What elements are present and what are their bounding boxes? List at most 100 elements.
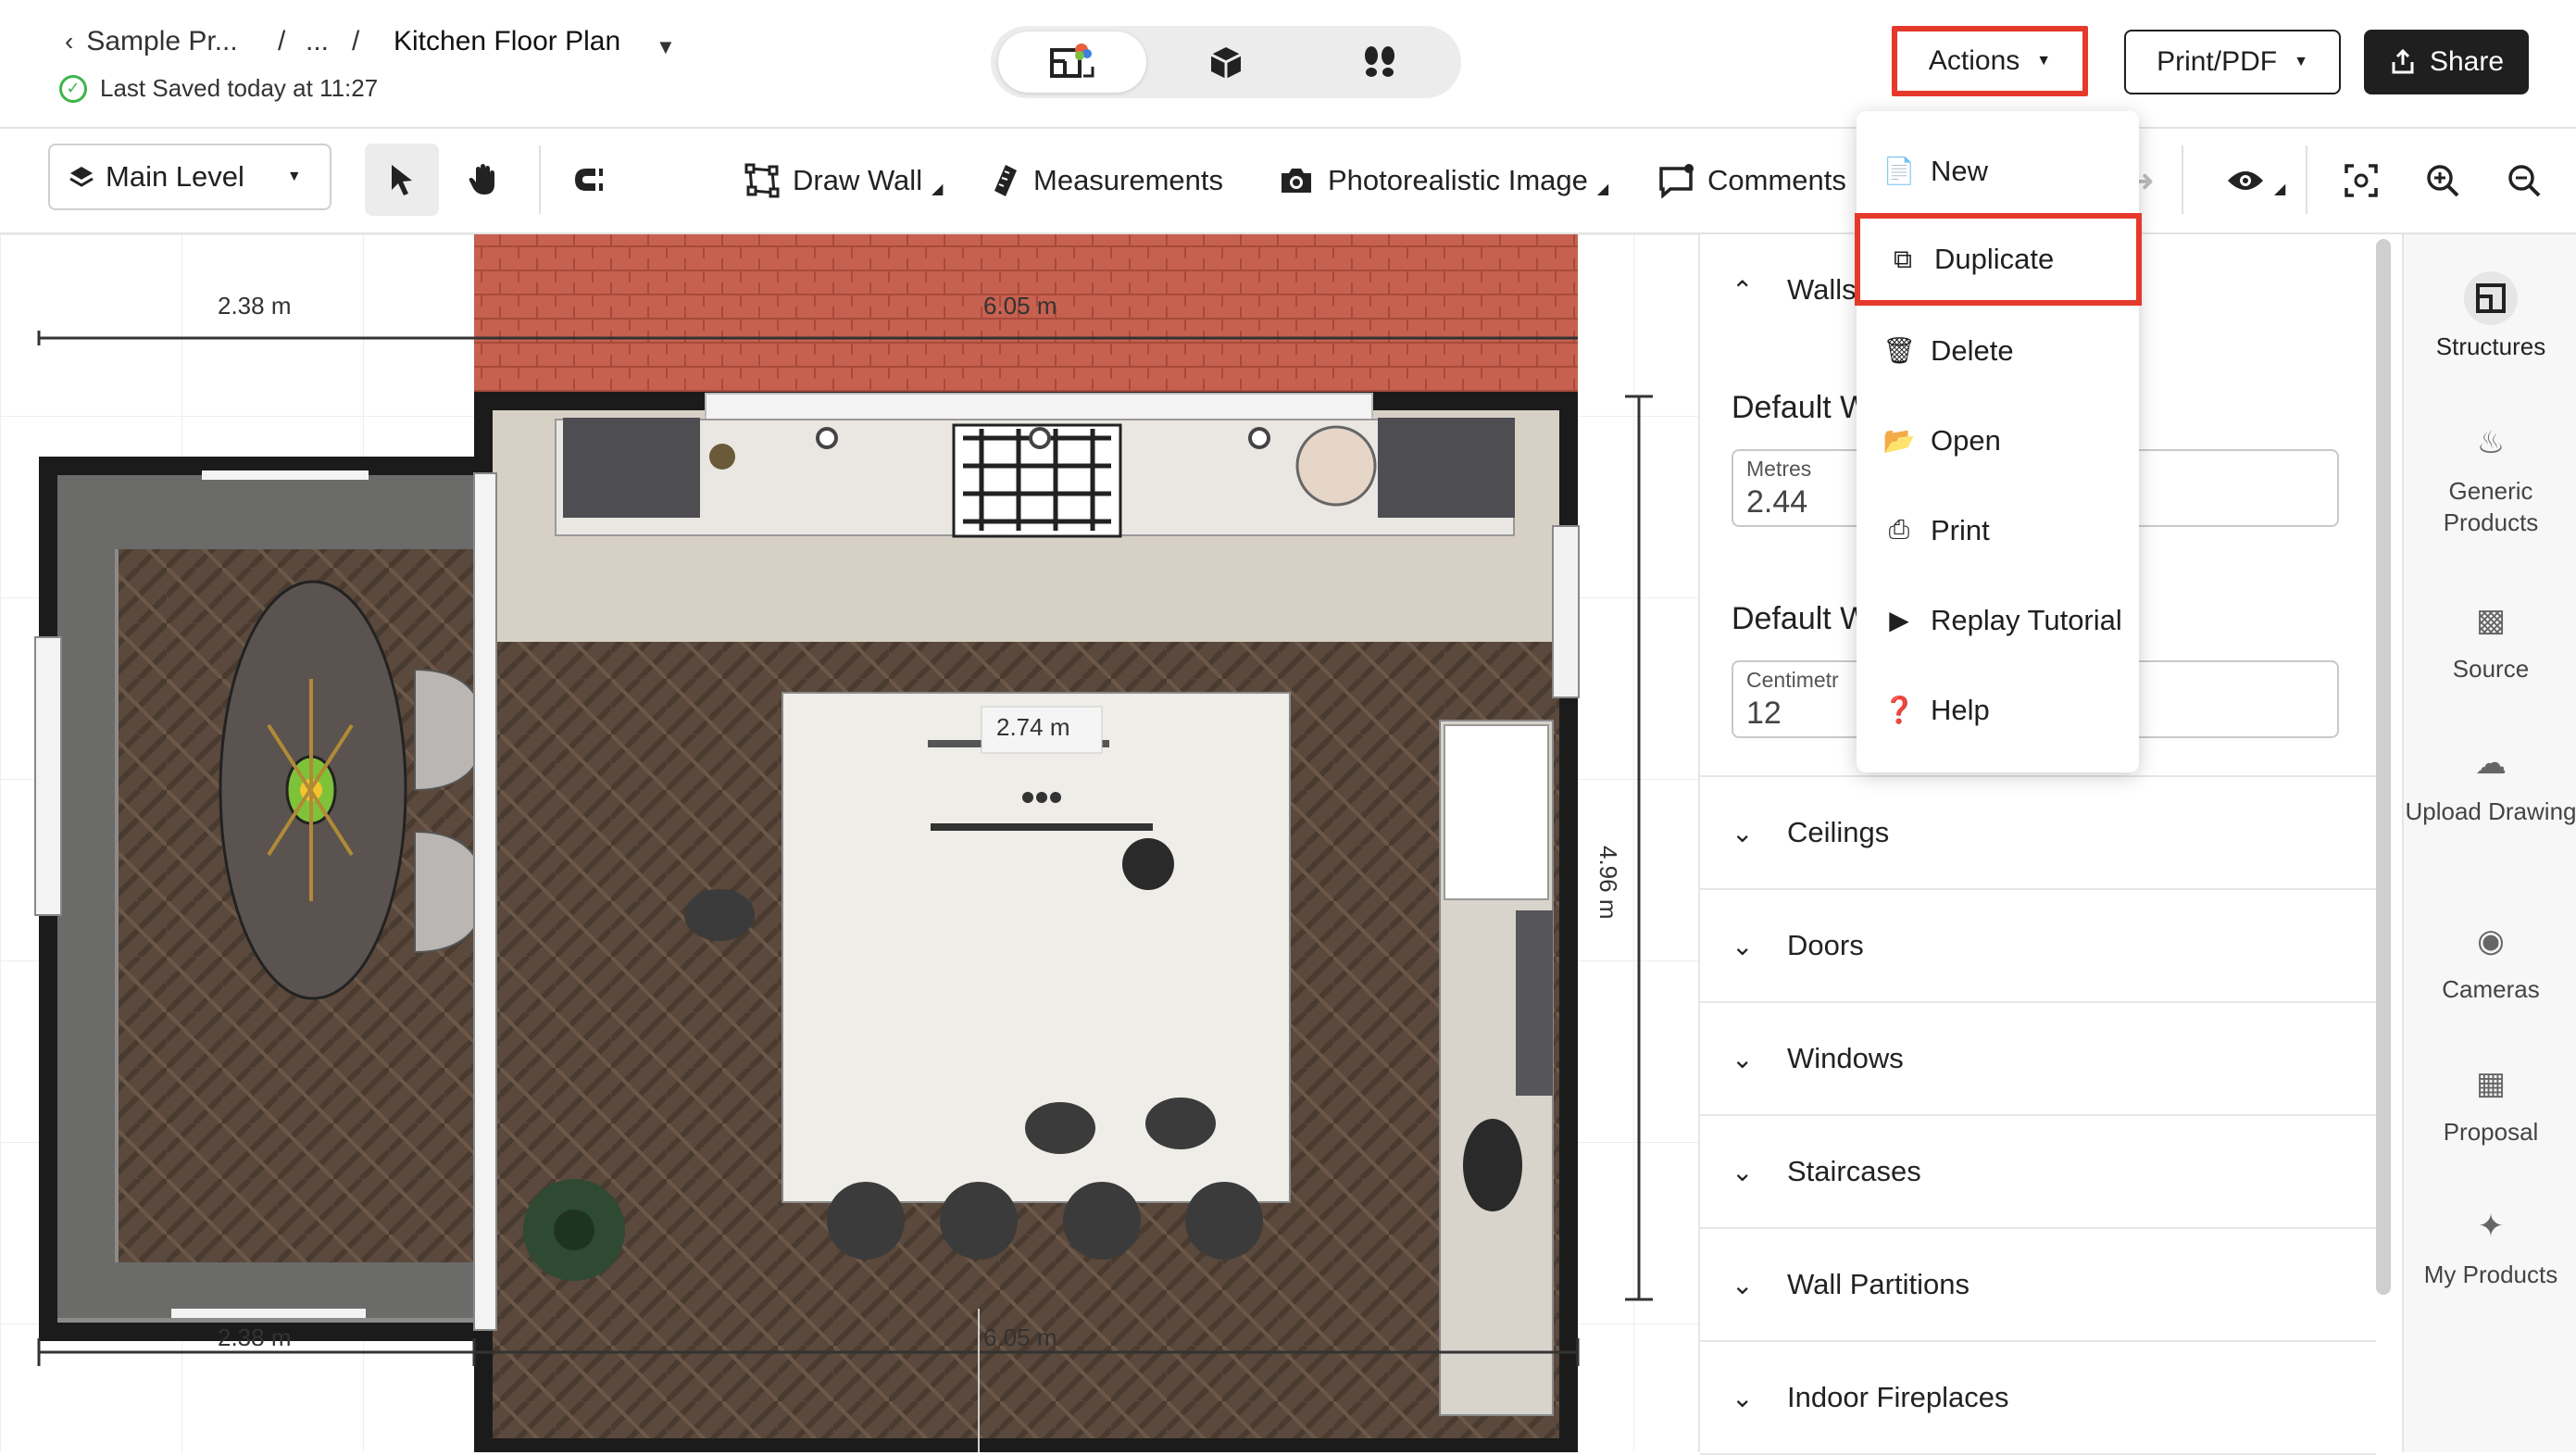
corner-caret-icon: ◢ [2274,182,2286,197]
top-bar: ‹ Sample Pr... / ... / Kitchen Floor Plan… [0,0,2576,129]
eye-icon [2228,171,2263,190]
walkthrough-mode-button[interactable] [1306,31,1454,93]
print-pdf-button[interactable]: Print/PDF ▼ [2124,30,2341,94]
dimension-label: 2.38 m [218,292,292,320]
chevron-left-icon: ‹ [65,27,74,56]
menu-item-delete[interactable]: 🗑 Delete [1857,306,2139,395]
footsteps-icon [1365,46,1394,77]
island-dimension-label: 2.74 m [996,713,1070,741]
measurements-tool[interactable]: Measurements [993,129,1223,232]
file-icon: 📄 [1882,157,1916,185]
menu-item-replay-tutorial[interactable]: ▶ Replay Tutorial [1857,575,2139,665]
share-button[interactable]: Share [2364,30,2529,94]
cube-icon [1210,47,1242,79]
sidebar-item-generic-products[interactable]: ♨ Generic Products [2404,416,2576,538]
zoom-out-button[interactable] [2506,129,2543,232]
chevron-down-icon: ⌄ [1732,1270,1754,1299]
save-status: ✓ Last Saved today at 11:27 [59,74,378,103]
chevron-down-icon: ▼ [286,169,302,184]
duplicate-icon: ⧉ [1894,244,1912,273]
pan-tool[interactable] [446,144,520,216]
chevron-down-icon[interactable]: ▼ [656,35,676,59]
windows-section[interactable]: ⌄ Windows [1700,1003,2376,1116]
photorealistic-image-tool[interactable]: Photorealistic Image ◢ [1278,129,1608,232]
default-thickness-heading: Default W [1732,601,1870,636]
chevron-up-icon: ⌃ [1732,275,1754,305]
toolbar: Main Level ▼ Draw Wall ◢ Measurements Ph… [0,129,2576,234]
dimension-label: 6.05 m [983,292,1057,320]
draw-wall-tool[interactable]: Draw Wall ◢ [744,129,943,232]
structures-icon [2464,271,2518,325]
draw-wall-icon [744,163,780,198]
right-sidebar: Structures ♨ Generic Products ▩ Source ☁… [2402,234,2576,1452]
chevron-down-icon: ⌄ [1732,1044,1754,1073]
comments-tool[interactable]: Comments [1657,129,1846,232]
upload-icon: ☁ [2475,746,2507,781]
sidebar-item-structures[interactable]: Structures [2404,271,2576,362]
dimension-label-vertical: 4.96 m [1594,846,1622,920]
select-tool[interactable] [365,144,439,216]
share-icon [2392,48,2414,74]
toolbar-divider [539,145,541,214]
chevron-down-icon: ▼ [2294,54,2308,69]
comment-icon [1659,164,1694,198]
focus-frame-icon [2345,164,2378,197]
3d-view-mode-button[interactable] [1152,31,1300,93]
doors-section[interactable]: ⌄ Doors [1700,890,2376,1003]
dimension-label: 6.05 m [983,1323,1057,1351]
trash-icon: 🗑 [1882,336,1916,365]
floor-plan-canvas[interactable]: 2.38 m 6.05 m 2.38 m 6.05 m 2.74 m 4.96 … [0,234,1698,1452]
corner-caret-icon: ◢ [932,182,944,197]
breadcrumb-ellipsis[interactable]: ... [306,26,329,57]
sidebar-item-upload-drawing[interactable]: ☁ Upload Drawing [2404,736,2576,827]
menu-item-duplicate[interactable]: ⧉ Duplicate [1855,213,2142,306]
chevron-down-icon: ▼ [2036,53,2052,69]
toolbar-divider [2182,145,2183,214]
zoom-in-button[interactable] [2424,129,2461,232]
chevron-down-icon: ⌄ [1732,931,1754,960]
menu-item-print[interactable]: ⎙ Print [1857,485,2139,575]
check-circle-icon: ✓ [59,74,87,103]
floorplan-2d-icon [1050,44,1094,78]
menu-item-new[interactable]: 📄 New [1857,126,2139,216]
toolbar-divider [2306,145,2307,214]
printer-icon: ⎙ [1888,515,1910,544]
breadcrumb-back[interactable]: ‹ Sample Pr... [65,26,238,57]
breadcrumb-separator: / [278,26,286,56]
chevron-down-icon: ⌄ [1732,818,1754,847]
layers-icon [69,167,94,187]
camera-icon [1282,169,1311,193]
sidebar-item-proposal[interactable]: ▦ Proposal [2404,1057,2576,1148]
sidebar-item-source[interactable]: ▩ Source [2404,594,2576,684]
menu-item-help[interactable]: ❓ Help [1857,665,2139,755]
zoom-out-icon [2508,165,2541,197]
indoor-fireplaces-section[interactable]: ⌄ Indoor Fireplaces [1700,1342,2376,1455]
chevron-down-icon: ⌄ [1732,1383,1754,1412]
level-selector[interactable]: Main Level ▼ [48,144,331,210]
ruler-icon [994,165,1017,196]
play-circle-icon: ▶ [1889,606,1909,634]
menu-item-open[interactable]: 📂 Open [1857,395,2139,485]
calculator-icon: ▦ [2475,1066,2507,1101]
hand-icon [469,164,494,194]
floorplan-2d-mode-button[interactable] [998,31,1146,93]
magnet-icon [575,169,603,191]
dimension-label: 2.38 m [218,1323,292,1351]
panel-scrollbar[interactable] [2376,239,2391,1295]
magnet-snap-tool[interactable] [552,144,626,216]
zoom-in-icon [2427,165,2459,197]
floor-plan-drawing [0,234,1698,1452]
wall-partitions-section[interactable]: ⌄ Wall Partitions [1700,1229,2376,1342]
my-products-icon: ✦ [2477,1209,2505,1244]
actions-menu: 📄 New ⧉ Duplicate 🗑 Delete 📂 Open ⎙ Print ▶ Re… [1855,111,2142,772]
sidebar-item-cameras[interactable]: ◉ Cameras [2404,914,2576,1005]
actions-button[interactable]: Actions ▼ [1892,26,2088,96]
visibility-tool[interactable]: ◢ [2226,129,2285,232]
fit-to-screen-button[interactable] [2343,129,2380,232]
camera-icon: ◉ [2477,923,2505,959]
ceilings-section[interactable]: ⌄ Ceilings [1700,777,2376,890]
project-title[interactable]: Kitchen Floor Plan [394,26,620,57]
staircases-section[interactable]: ⌄ Staircases [1700,1116,2376,1229]
folder-open-icon: 📂 [1882,426,1916,455]
sidebar-item-my-products[interactable]: ✦ My Products [2404,1199,2576,1290]
